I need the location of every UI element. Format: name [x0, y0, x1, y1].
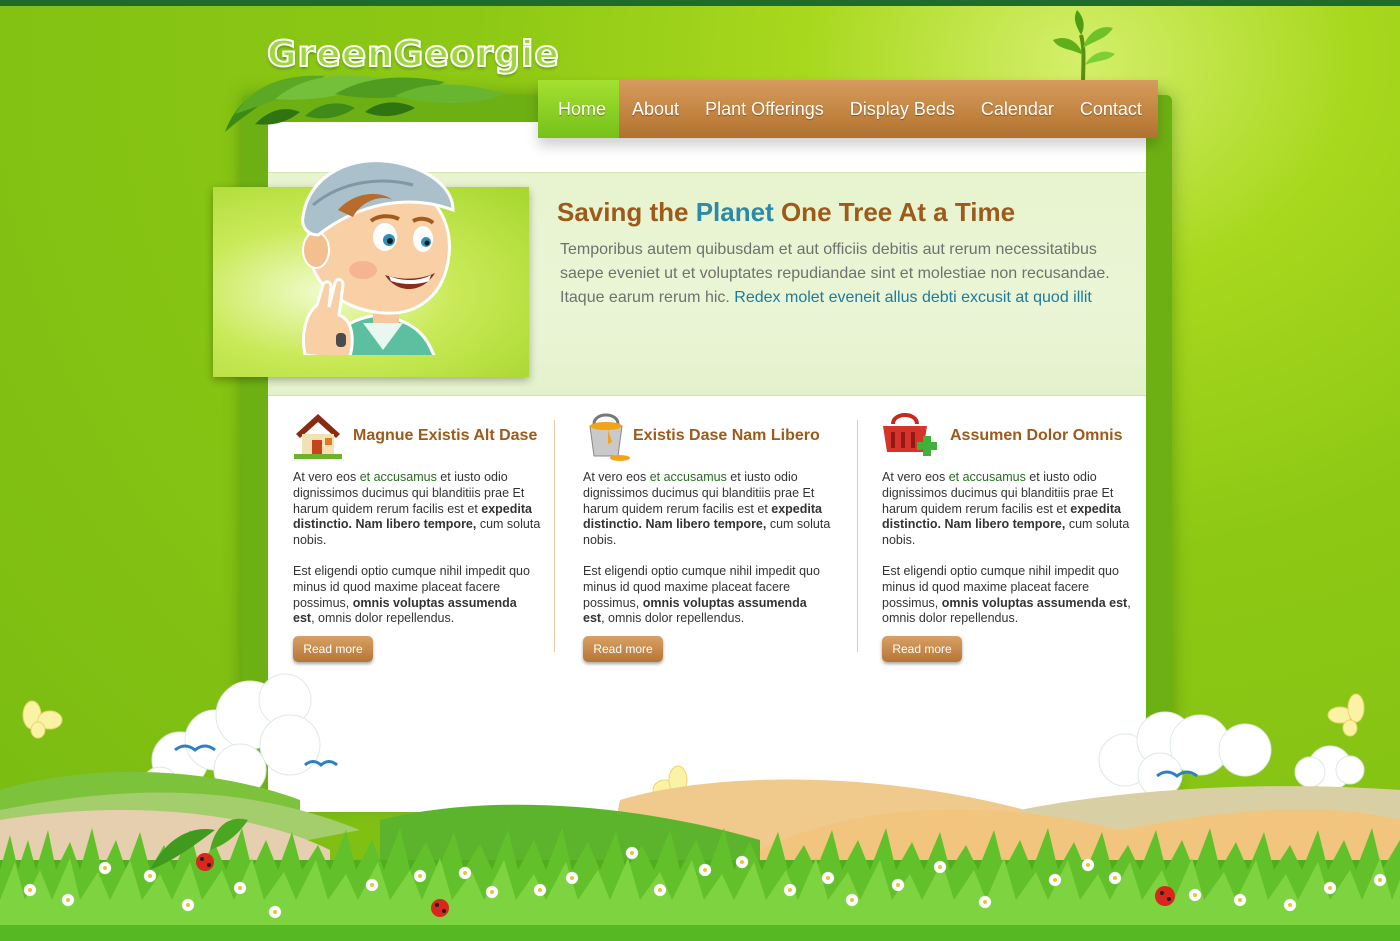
basket-add-icon [883, 413, 937, 456]
top-stripe [0, 0, 1400, 6]
ladybugs [196, 853, 1175, 917]
nav-contact[interactable]: Contact [1067, 80, 1155, 138]
inline-link[interactable]: et accusamus [650, 470, 727, 484]
feature-text: At vero eos et accusamus et iusto odio d… [293, 470, 541, 642]
feature-title: Assumen Dolor Omnis [950, 427, 1123, 444]
nav-display-beds[interactable]: Display Beds [837, 80, 968, 138]
paint-bucket-icon [589, 413, 630, 461]
nav-plant-offerings[interactable]: Plant Offerings [692, 80, 837, 138]
logo[interactable]: GreenGeorgie [215, 14, 560, 134]
feature-text: At vero eos et accusamus et iusto odio d… [882, 470, 1138, 642]
feature-paragraph: At vero eos et accusamus et iusto odio d… [293, 470, 541, 549]
bold-text: omnis voluptas assumenda est [941, 595, 1128, 610]
column-divider [857, 420, 858, 652]
hero-text: Temporibus autem quibusdam et aut offici… [560, 238, 1130, 310]
read-more-button[interactable]: Read more [293, 636, 373, 662]
feature-paragraph: Est eligendi optio cumque nihil impedit … [293, 564, 541, 627]
cartoon-boy-illustration [301, 159, 455, 355]
feature-title: Existis Dase Nam Libero [633, 427, 820, 444]
hero-link[interactable]: Redex molet eveneit allus debti excusit … [734, 289, 1092, 306]
text-span: At vero eos [293, 470, 360, 484]
feature-title: Magnue Existis Alt Dase [353, 427, 538, 444]
feature-paragraph: Est eligendi optio cumque nihil impedit … [583, 564, 831, 627]
hero-image [213, 159, 529, 377]
feature-text: At vero eos et accusamus et iusto odio d… [583, 470, 831, 642]
column-divider [554, 420, 555, 652]
nav-home[interactable]: Home [538, 80, 620, 138]
inline-link[interactable]: et accusamus [949, 470, 1026, 484]
read-more-button[interactable]: Read more [583, 636, 663, 662]
inline-link[interactable]: et accusamus [360, 470, 437, 484]
nav-calendar[interactable]: Calendar [968, 80, 1067, 138]
house-icon [294, 414, 342, 459]
nav-about[interactable]: About [619, 80, 692, 138]
feature-paragraph: At vero eos et accusamus et iusto odio d… [583, 470, 831, 549]
text-span: At vero eos [882, 470, 949, 484]
text-span: At vero eos [583, 470, 650, 484]
text-span: , omnis dolor repellendus. [311, 611, 455, 626]
hero-title-pre: Saving the [557, 197, 696, 227]
hero-title-post: One Tree At a Time [773, 197, 1016, 227]
feature-paragraph: At vero eos et accusamus et iusto odio d… [882, 470, 1138, 549]
hero-title-highlight: Planet [695, 197, 774, 227]
main-nav: Home About Plant Offerings Display Beds … [538, 80, 1158, 138]
logo-text: GreenGeorgie [266, 33, 560, 76]
sapling-icon [1053, 10, 1115, 85]
hero-title: Saving the Planet One Tree At a Time [557, 197, 1015, 228]
text-span: , omnis dolor repellendus. [601, 611, 745, 626]
feature-paragraph: Est eligendi optio cumque nihil impedit … [882, 564, 1138, 627]
read-more-button[interactable]: Read more [882, 636, 962, 662]
